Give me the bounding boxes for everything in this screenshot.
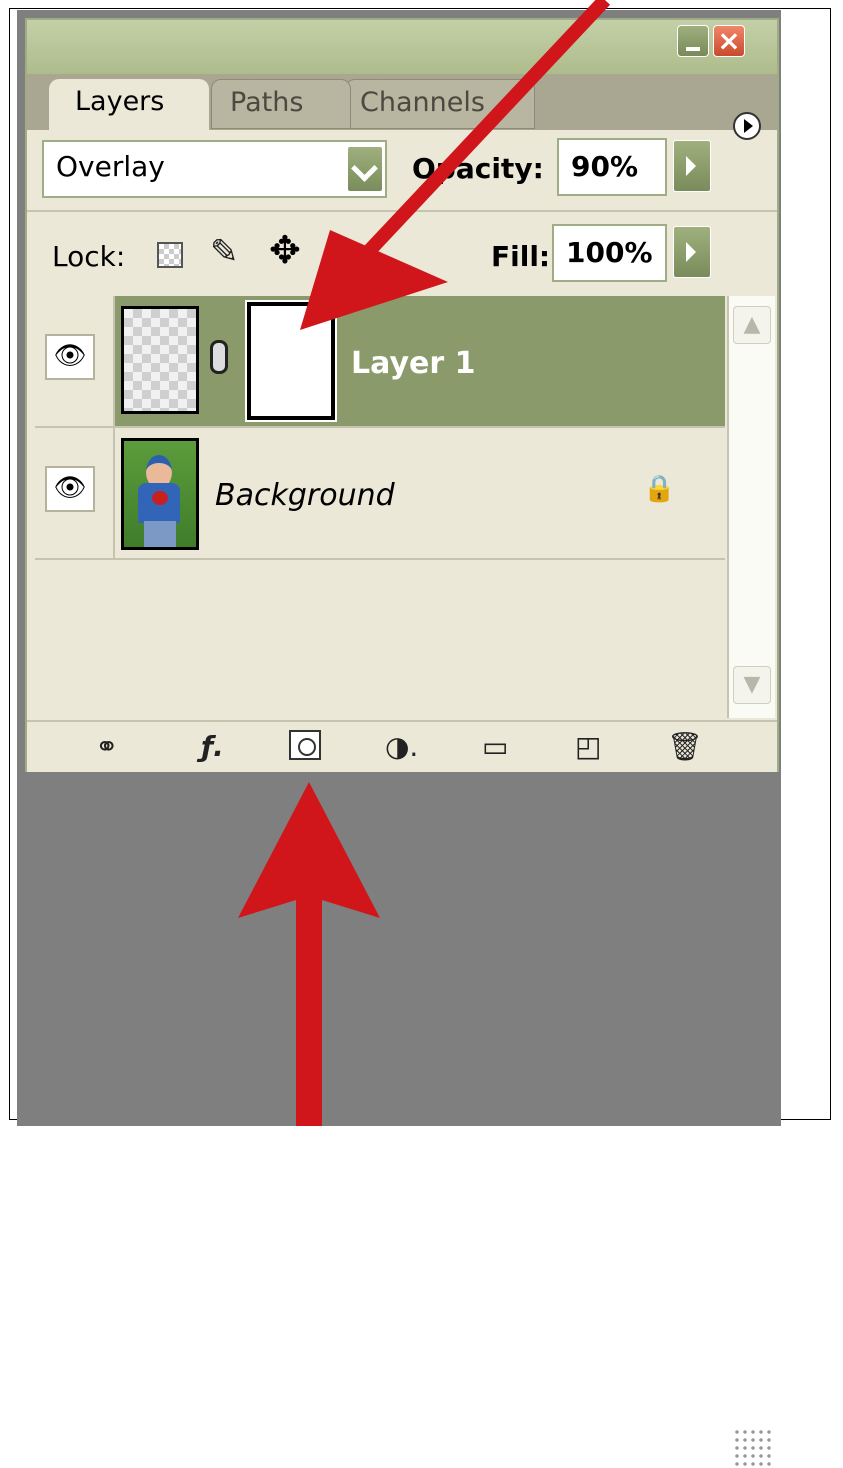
eye-icon[interactable]: 👁 [45, 334, 95, 380]
layer-row-background[interactable]: 👁 Background 🔒 [35, 428, 725, 560]
layer-name[interactable]: Background [215, 478, 395, 513]
link-layers-icon[interactable]: ⚭ [95, 730, 118, 763]
resize-grip[interactable] [733, 1428, 773, 1468]
chevron-down-icon[interactable] [347, 146, 383, 192]
panel-menu-icon[interactable] [733, 112, 761, 140]
tab-paths[interactable]: Paths [211, 79, 351, 129]
lock-position-icon[interactable]: ✥ [269, 228, 301, 272]
visibility-cell: 👁 [35, 428, 115, 558]
scroll-down-icon[interactable]: ▼ [733, 666, 771, 704]
add-mask-icon[interactable] [289, 730, 321, 760]
visibility-cell: 👁 [35, 296, 115, 426]
layer-style-icon[interactable]: ƒ. [201, 730, 224, 763]
panel-titlebar[interactable]: × [27, 20, 777, 74]
close-icon[interactable]: × [713, 25, 745, 57]
tab-channels[interactable]: Channels [345, 79, 535, 129]
layer-row-layer-1[interactable]: 👁 Layer 1 [35, 296, 725, 428]
eye-icon[interactable]: 👁 [45, 466, 95, 512]
fill-label: Fill: [491, 240, 551, 273]
layers-list: 👁 Layer 1 👁 Background 🔒 [35, 296, 725, 718]
layer-thumbnail[interactable] [121, 306, 199, 414]
tab-layers[interactable]: Layers [49, 79, 209, 131]
layer-name[interactable]: Layer 1 [351, 346, 475, 381]
divider [27, 210, 777, 212]
lock-transparency-icon[interactable] [157, 242, 183, 268]
layers-panel: × Channels Paths Layers Overlay Opacity:… [25, 18, 779, 1468]
new-group-icon[interactable]: ▭ [482, 730, 508, 763]
lock-pixels-icon[interactable]: ✎ [210, 232, 239, 272]
fill-slider-button[interactable] [673, 226, 711, 278]
adjustment-layer-icon[interactable]: ◑. [385, 730, 418, 763]
photo-detail [144, 521, 176, 547]
opacity-slider-button[interactable] [673, 140, 711, 192]
photo-detail [152, 491, 168, 505]
layers-scrollbar[interactable]: ▲ ▼ [727, 296, 775, 718]
panel-footer: ⚭ ƒ. ◑. ▭ ◰ 🗑 [27, 720, 777, 1468]
blend-mode-value: Overlay [56, 150, 165, 183]
lock-label: Lock: [52, 240, 126, 273]
opacity-label: Opacity: [412, 152, 544, 185]
lock-icon: 🔒 [643, 474, 676, 504]
delete-layer-icon[interactable]: 🗑 [667, 730, 703, 763]
layer-mask-thumbnail[interactable] [245, 300, 337, 422]
scroll-up-icon[interactable]: ▲ [733, 306, 771, 344]
new-layer-icon[interactable]: ◰ [575, 730, 601, 763]
blend-mode-select[interactable]: Overlay [42, 140, 387, 198]
fill-input[interactable]: 100% [552, 224, 667, 282]
opacity-input[interactable]: 90% [557, 138, 667, 196]
minimize-icon[interactable] [677, 25, 709, 57]
panel-tabs: Channels Paths Layers [27, 74, 777, 140]
background-thumbnail[interactable] [121, 438, 199, 550]
mask-link-icon[interactable] [210, 340, 228, 374]
